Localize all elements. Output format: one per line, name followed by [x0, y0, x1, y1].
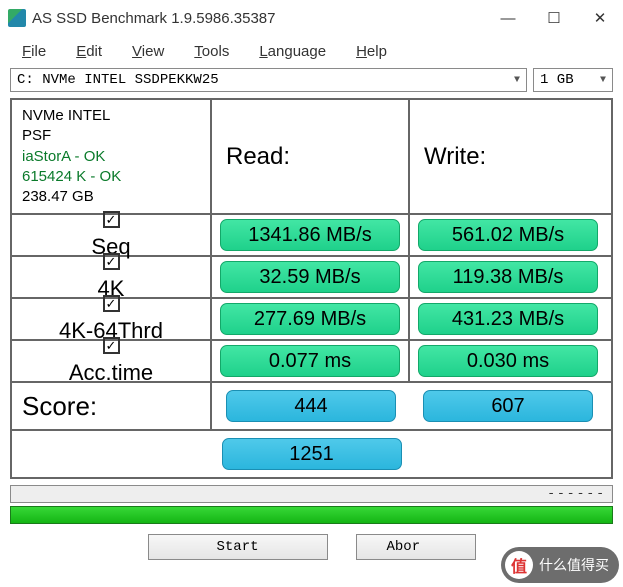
- size-select[interactable]: 1 GB ▼: [533, 68, 613, 92]
- drive-firmware: PSF: [22, 126, 51, 146]
- score-total: 1251: [222, 438, 402, 470]
- 4k64-write-value: 431.23 MB/s: [418, 303, 598, 335]
- drive-driver-status: iaStorA - OK: [22, 147, 105, 167]
- progress-bar: [10, 506, 613, 524]
- menu-file[interactable]: File: [8, 39, 60, 64]
- header-row: NVMe INTEL PSF iaStorA - OK 615424 K - O…: [12, 100, 611, 215]
- titlebar: AS SSD Benchmark 1.9.5986.35387 — ☐ ✕: [0, 0, 623, 36]
- score-total-row: 1251: [12, 431, 611, 477]
- test-row-4k64: ✓ 4K-64Thrd 277.69 MB/s 431.23 MB/s: [12, 299, 611, 341]
- acctime-label: Acc.time: [69, 360, 153, 386]
- score-label: Score:: [12, 383, 212, 429]
- drive-model: NVMe INTEL: [22, 106, 110, 126]
- selector-row: C: NVMe INTEL SSDPEKKW25 ▼ 1 GB ▼: [0, 66, 623, 98]
- score-row: Score: 444 607: [12, 383, 611, 431]
- 4k64-read-value: 277.69 MB/s: [220, 303, 400, 335]
- chevron-down-icon: ▼: [600, 75, 606, 86]
- test-row-4k: ✓ 4K 32.59 MB/s 119.38 MB/s: [12, 257, 611, 299]
- menu-language[interactable]: Language: [245, 39, 340, 64]
- status-bar: ------: [10, 485, 613, 503]
- status-text: ------: [547, 486, 606, 501]
- write-header: Write:: [410, 100, 606, 213]
- 4k-write-value: 119.38 MB/s: [418, 261, 598, 293]
- watermark: 值 什么值得买: [501, 547, 619, 583]
- 4k64-checkbox[interactable]: ✓: [103, 295, 120, 312]
- drive-alignment-status: 615424 K - OK: [22, 167, 121, 187]
- maximize-button[interactable]: ☐: [531, 0, 577, 36]
- chevron-down-icon: ▼: [514, 75, 520, 86]
- test-row-acctime: ✓ Acc.time 0.077 ms 0.030 ms: [12, 341, 611, 383]
- drive-capacity: 238.47 GB: [22, 187, 94, 207]
- 4k-checkbox[interactable]: ✓: [103, 253, 120, 270]
- menu-tools[interactable]: Tools: [180, 39, 243, 64]
- test-row-seq: ✓ Seq 1341.86 MB/s 561.02 MB/s: [12, 215, 611, 257]
- drive-select-value: C: NVMe INTEL SSDPEKKW25: [17, 72, 219, 88]
- 4k-read-value: 32.59 MB/s: [220, 261, 400, 293]
- acctime-read-value: 0.077 ms: [220, 345, 400, 377]
- score-write: 607: [423, 390, 593, 422]
- menu-help[interactable]: Help: [342, 39, 401, 64]
- menu-view[interactable]: View: [118, 39, 178, 64]
- close-button[interactable]: ✕: [577, 0, 623, 36]
- drive-select[interactable]: C: NVMe INTEL SSDPEKKW25 ▼: [10, 68, 527, 92]
- minimize-button[interactable]: —: [485, 0, 531, 36]
- read-header: Read:: [212, 100, 410, 213]
- menu-edit[interactable]: Edit: [62, 39, 116, 64]
- watermark-text: 什么值得买: [539, 555, 609, 575]
- window-title: AS SSD Benchmark 1.9.5986.35387: [32, 10, 485, 27]
- seq-write-value: 561.02 MB/s: [418, 219, 598, 251]
- seq-read-value: 1341.86 MB/s: [220, 219, 400, 251]
- score-read: 444: [226, 390, 396, 422]
- drive-info: NVMe INTEL PSF iaStorA - OK 615424 K - O…: [12, 100, 212, 213]
- size-select-value: 1 GB: [540, 72, 574, 88]
- menubar: File Edit View Tools Language Help: [0, 36, 623, 66]
- seq-checkbox[interactable]: ✓: [103, 211, 120, 228]
- watermark-icon: 值: [505, 551, 533, 579]
- app-icon: [8, 9, 26, 27]
- results-grid: NVMe INTEL PSF iaStorA - OK 615424 K - O…: [10, 98, 613, 479]
- abort-button[interactable]: Abor: [356, 534, 476, 560]
- acctime-checkbox[interactable]: ✓: [103, 337, 120, 354]
- start-button[interactable]: Start: [148, 534, 328, 560]
- acctime-write-value: 0.030 ms: [418, 345, 598, 377]
